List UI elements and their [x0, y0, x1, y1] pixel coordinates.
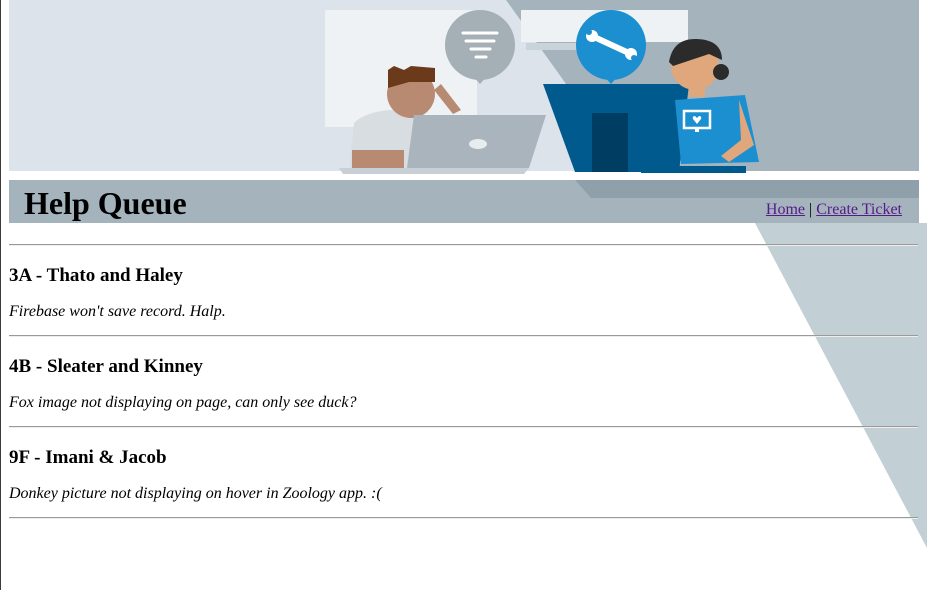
- ticket-issue: Donkey picture not displaying on hover i…: [9, 485, 382, 502]
- ticket-heading: 4B - Sleater and Kinney: [9, 356, 203, 377]
- ticket-issue: Firebase won't save record. Halp.: [9, 303, 226, 320]
- ticket-heading: 9F - Imani & Jacob: [9, 447, 167, 468]
- ticket-item: 9F - Imani & Jacob Donkey picture not di…: [9, 428, 918, 517]
- top-nav: Home | Create Ticket: [766, 200, 902, 220]
- home-link[interactable]: Home: [766, 201, 805, 218]
- ticket-issue: Fox image not displaying on page, can on…: [9, 394, 357, 411]
- nav-separator: |: [809, 201, 813, 218]
- page-title: Help Queue: [24, 185, 187, 221]
- divider: [9, 517, 918, 519]
- ticket-heading: 3A - Thato and Haley: [9, 265, 183, 286]
- create-ticket-link[interactable]: Create Ticket: [816, 201, 902, 218]
- ticket-item: 3A - Thato and Haley Firebase won't save…: [9, 246, 918, 335]
- ticket-item: 4B - Sleater and Kinney Fox image not di…: [9, 337, 918, 426]
- ticket-list: 3A - Thato and Haley Firebase won't save…: [9, 244, 918, 519]
